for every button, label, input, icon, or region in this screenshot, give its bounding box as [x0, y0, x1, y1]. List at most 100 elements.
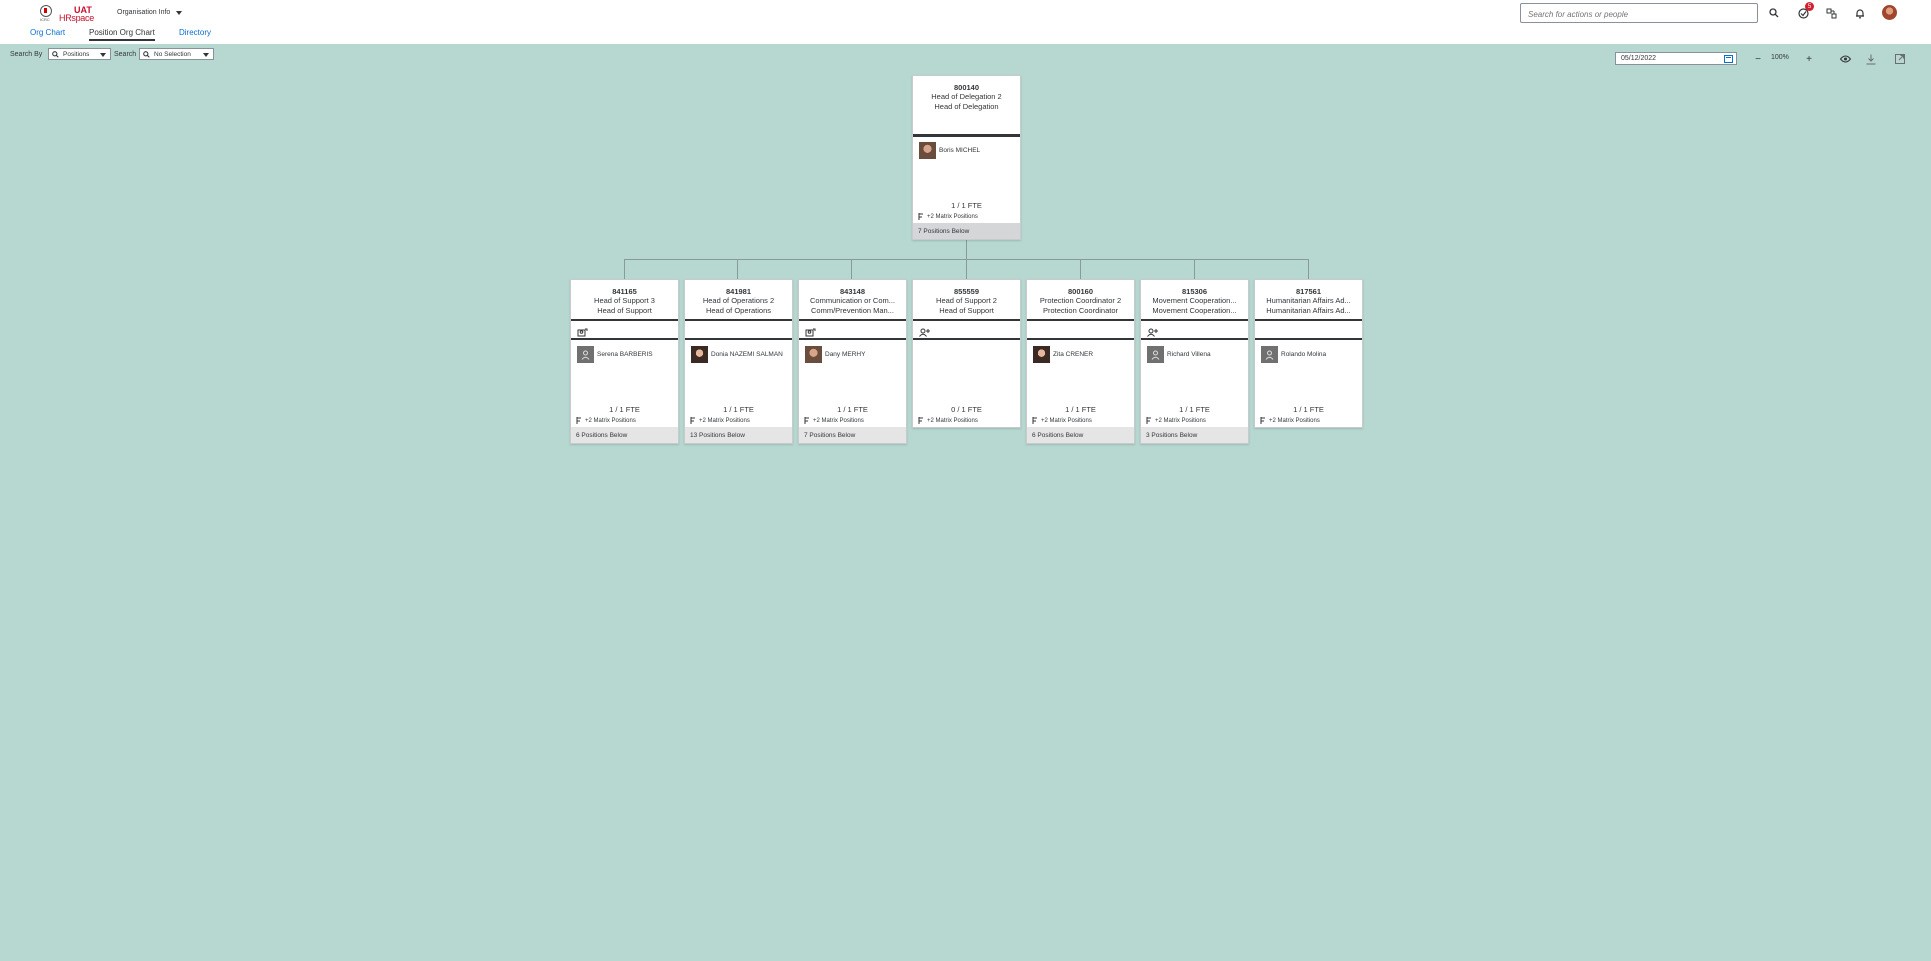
- position-title: Communication or Com...: [809, 296, 896, 305]
- avatar: [577, 346, 594, 363]
- connections-button[interactable]: [1824, 6, 1838, 20]
- divider: [1027, 319, 1134, 321]
- expand-icon: [1895, 54, 1905, 64]
- position-card-841165[interactable]: 841165 Head of Support 3 Head of Support Se…: [570, 279, 679, 444]
- matrix-positions[interactable]: +2 Matrix Positions: [1032, 417, 1092, 424]
- positions-below[interactable]: 13 Positions Below: [685, 427, 792, 443]
- divider: [913, 338, 1020, 340]
- app-title-menu[interactable]: Organisation Info: [117, 9, 183, 16]
- bell-icon: [1856, 8, 1864, 19]
- position-card-855559[interactable]: 855559 Head of Support 2 Head of Support 0 …: [912, 279, 1021, 428]
- person-placeholder-icon: [1151, 350, 1160, 360]
- position-card-817561[interactable]: 817561 Humanitarian Affairs Ad... Humanita…: [1254, 279, 1363, 428]
- position-card-root[interactable]: 800140 Head of Delegation 2 Head of Dele…: [912, 75, 1021, 240]
- search-value: No Selection: [154, 50, 191, 58]
- divider: [571, 338, 678, 340]
- calendar-icon[interactable]: [1724, 55, 1733, 63]
- incumbent[interactable]: Boris MICHEL: [919, 142, 980, 159]
- zoom-in-button[interactable]: +: [1803, 53, 1815, 65]
- matrix-text: +2 Matrix Positions: [927, 417, 978, 424]
- user-avatar[interactable]: [1882, 5, 1897, 20]
- avatar: [1033, 346, 1050, 363]
- positions-below[interactable]: 3 Positions Below: [1141, 427, 1248, 443]
- search-input[interactable]: [1521, 5, 1757, 24]
- position-title: Movement Cooperation...: [1152, 296, 1237, 305]
- matrix-icon: [690, 417, 695, 424]
- fte-value: 1 / 1 FTE: [1293, 405, 1324, 414]
- connector-line: [624, 259, 625, 279]
- zoom-out-button[interactable]: −: [1752, 53, 1764, 65]
- position-card-800160[interactable]: 800160 Protection Coordinator 2 Protection…: [1026, 279, 1135, 444]
- download-button[interactable]: [1865, 53, 1877, 65]
- matrix-text: +2 Matrix Positions: [585, 417, 636, 424]
- matrix-positions[interactable]: +2 Matrix Positions: [804, 417, 864, 424]
- positions-below[interactable]: 7 Positions Below: [799, 427, 906, 443]
- positions-below[interactable]: 7 Positions Below: [913, 223, 1020, 239]
- incumbent-name: Zita CRENER: [1053, 351, 1094, 358]
- positions-below[interactable]: 6 Positions Below: [1027, 427, 1134, 443]
- matrix-positions[interactable]: +2 Matrix Positions: [690, 417, 750, 424]
- divider: [685, 319, 792, 321]
- matrix-positions[interactable]: +2 Matrix Positions: [576, 417, 636, 424]
- search-icon: [1769, 8, 1779, 18]
- fullscreen-button[interactable]: [1894, 53, 1906, 65]
- fte-value: 1 / 1 FTE: [837, 405, 868, 414]
- search-by-select[interactable]: Positions: [48, 48, 111, 60]
- team-icon[interactable]: [577, 324, 589, 337]
- positions-below[interactable]: 6 Positions Below: [571, 427, 678, 443]
- global-search[interactable]: [1520, 3, 1758, 24]
- search-select[interactable]: No Selection: [139, 48, 214, 60]
- incumbent[interactable]: Donia NAZEMI SALMAN: [691, 346, 783, 363]
- incumbent[interactable]: Serena BARBERIS: [577, 346, 653, 363]
- tab-org-chart[interactable]: Org Chart: [30, 28, 65, 37]
- todo-button[interactable]: 5: [1796, 2, 1814, 20]
- view-button[interactable]: [1839, 53, 1851, 65]
- connector-line: [1194, 259, 1195, 279]
- incumbent[interactable]: Rolando Molina: [1261, 346, 1326, 363]
- add-person-icon[interactable]: [919, 324, 931, 337]
- fte-value: 1 / 1 FTE: [1179, 405, 1210, 414]
- tab-position-org-chart[interactable]: Position Org Chart: [89, 28, 155, 41]
- connector-line: [966, 240, 967, 259]
- incumbent-name: Serena BARBERIS: [597, 351, 653, 358]
- position-id: 843148: [839, 287, 866, 296]
- matrix-positions[interactable]: +2 Matrix Positions: [918, 213, 978, 220]
- position-role: Head of Delegation: [934, 102, 999, 111]
- divider: [799, 338, 906, 340]
- matrix-positions[interactable]: +2 Matrix Positions: [918, 417, 978, 424]
- matrix-text: +2 Matrix Positions: [1041, 417, 1092, 424]
- divider: [685, 338, 792, 340]
- position-role: Movement Cooperation...: [1152, 306, 1237, 315]
- position-title: Head of Support 3: [594, 296, 655, 305]
- search-icon: [52, 51, 59, 58]
- notifications-button[interactable]: [1853, 6, 1867, 20]
- matrix-text: +2 Matrix Positions: [1269, 417, 1320, 424]
- incumbent[interactable]: Dany MERHY: [805, 346, 865, 363]
- position-card-843148[interactable]: 843148 Communication or Com... Comm/Preven…: [798, 279, 907, 444]
- app-title: Organisation Info: [117, 9, 171, 16]
- divider: [1141, 338, 1248, 340]
- incumbent-name: Dany MERHY: [825, 351, 866, 358]
- search-label: Search: [114, 51, 137, 58]
- incumbent[interactable]: Zita CRENER: [1033, 346, 1093, 363]
- position-id: 815306: [1181, 287, 1208, 296]
- company-logo[interactable]: ICRC UAT HRspace: [40, 5, 94, 23]
- position-card-815306[interactable]: 815306 Movement Cooperation... Movement Co…: [1140, 279, 1249, 444]
- search-button[interactable]: [1767, 6, 1781, 20]
- position-title: Head of Support 2: [936, 296, 997, 305]
- search-icon: [143, 51, 150, 58]
- matrix-positions[interactable]: +2 Matrix Positions: [1146, 417, 1206, 424]
- tab-directory[interactable]: Directory: [179, 28, 211, 37]
- matrix-positions[interactable]: +2 Matrix Positions: [1260, 417, 1320, 424]
- divider: [913, 134, 1020, 136]
- position-card-841981[interactable]: 841981 Head of Operations 2 Head of Operat…: [684, 279, 793, 444]
- add-person-icon[interactable]: [1147, 324, 1159, 337]
- date-picker[interactable]: 05/12/2022: [1615, 52, 1737, 65]
- matrix-icon: [804, 417, 809, 424]
- team-icon[interactable]: [805, 324, 817, 337]
- icrc-emblem-icon: [40, 5, 52, 17]
- position-title: Humanitarian Affairs Ad...: [1266, 296, 1351, 305]
- position-role: Comm/Prevention Man...: [811, 306, 894, 315]
- incumbent[interactable]: Richard Villena: [1147, 346, 1211, 363]
- matrix-icon: [1032, 417, 1037, 424]
